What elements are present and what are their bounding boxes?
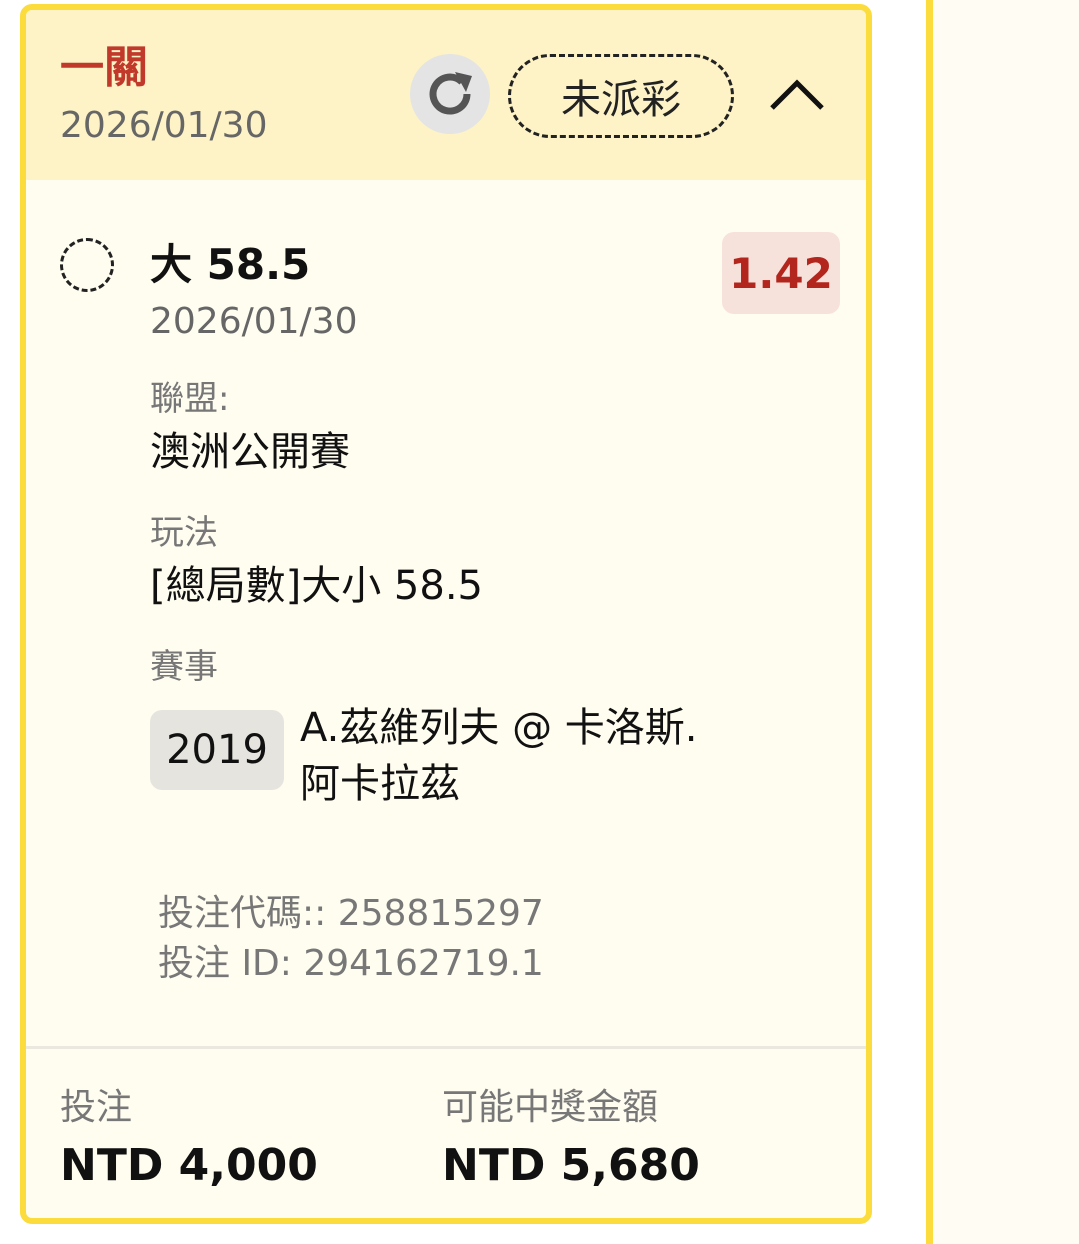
bet-type-label: 玩法 [150, 513, 218, 553]
selection-status-icon [60, 238, 114, 292]
bet-code: 投注代碼:: 258815297 [158, 893, 544, 934]
bet-id: 投注 ID: 294162719.1 [158, 943, 544, 984]
selection-name: 大 58.5 [150, 240, 311, 289]
chevron-up-icon [770, 79, 824, 110]
event-label: 賽事 [150, 647, 218, 687]
footer-divider [26, 1046, 866, 1049]
stake-label: 投注 [60, 1087, 133, 1128]
bet-type-value: [總局數]大小 58.5 [150, 563, 483, 609]
settlement-status-badge: 未派彩 [508, 54, 734, 138]
league-value: 澳洲公開賽 [150, 429, 350, 475]
bet-card: 一關 2026/01/30 未派彩 大 58.5 2026/01/30 1.42… [20, 4, 872, 1224]
bet-date: 2026/01/30 [60, 105, 268, 146]
adjacent-card-edge [926, 0, 1079, 1244]
event-id-badge: 2019 [150, 710, 284, 790]
selection-date: 2026/01/30 [150, 301, 358, 342]
collapse-button[interactable] [762, 60, 832, 130]
payout-value: NTD 5,680 [442, 1140, 700, 1191]
stake-value: NTD 4,000 [60, 1140, 318, 1191]
card-header: 一關 2026/01/30 未派彩 [26, 10, 866, 180]
refresh-icon [429, 72, 472, 115]
bet-slip-page: 一關 2026/01/30 未派彩 大 58.5 2026/01/30 1.42… [0, 0, 1079, 1244]
bet-type-title: 一關 [60, 42, 148, 93]
odds-badge: 1.42 [722, 232, 840, 314]
payout-label: 可能中獎金額 [442, 1087, 659, 1128]
refresh-button[interactable] [410, 54, 490, 134]
event-name: A.茲維列夫 @ 卡洛斯.阿卡拉茲 [300, 705, 698, 807]
league-label: 聯盟: [150, 379, 230, 419]
